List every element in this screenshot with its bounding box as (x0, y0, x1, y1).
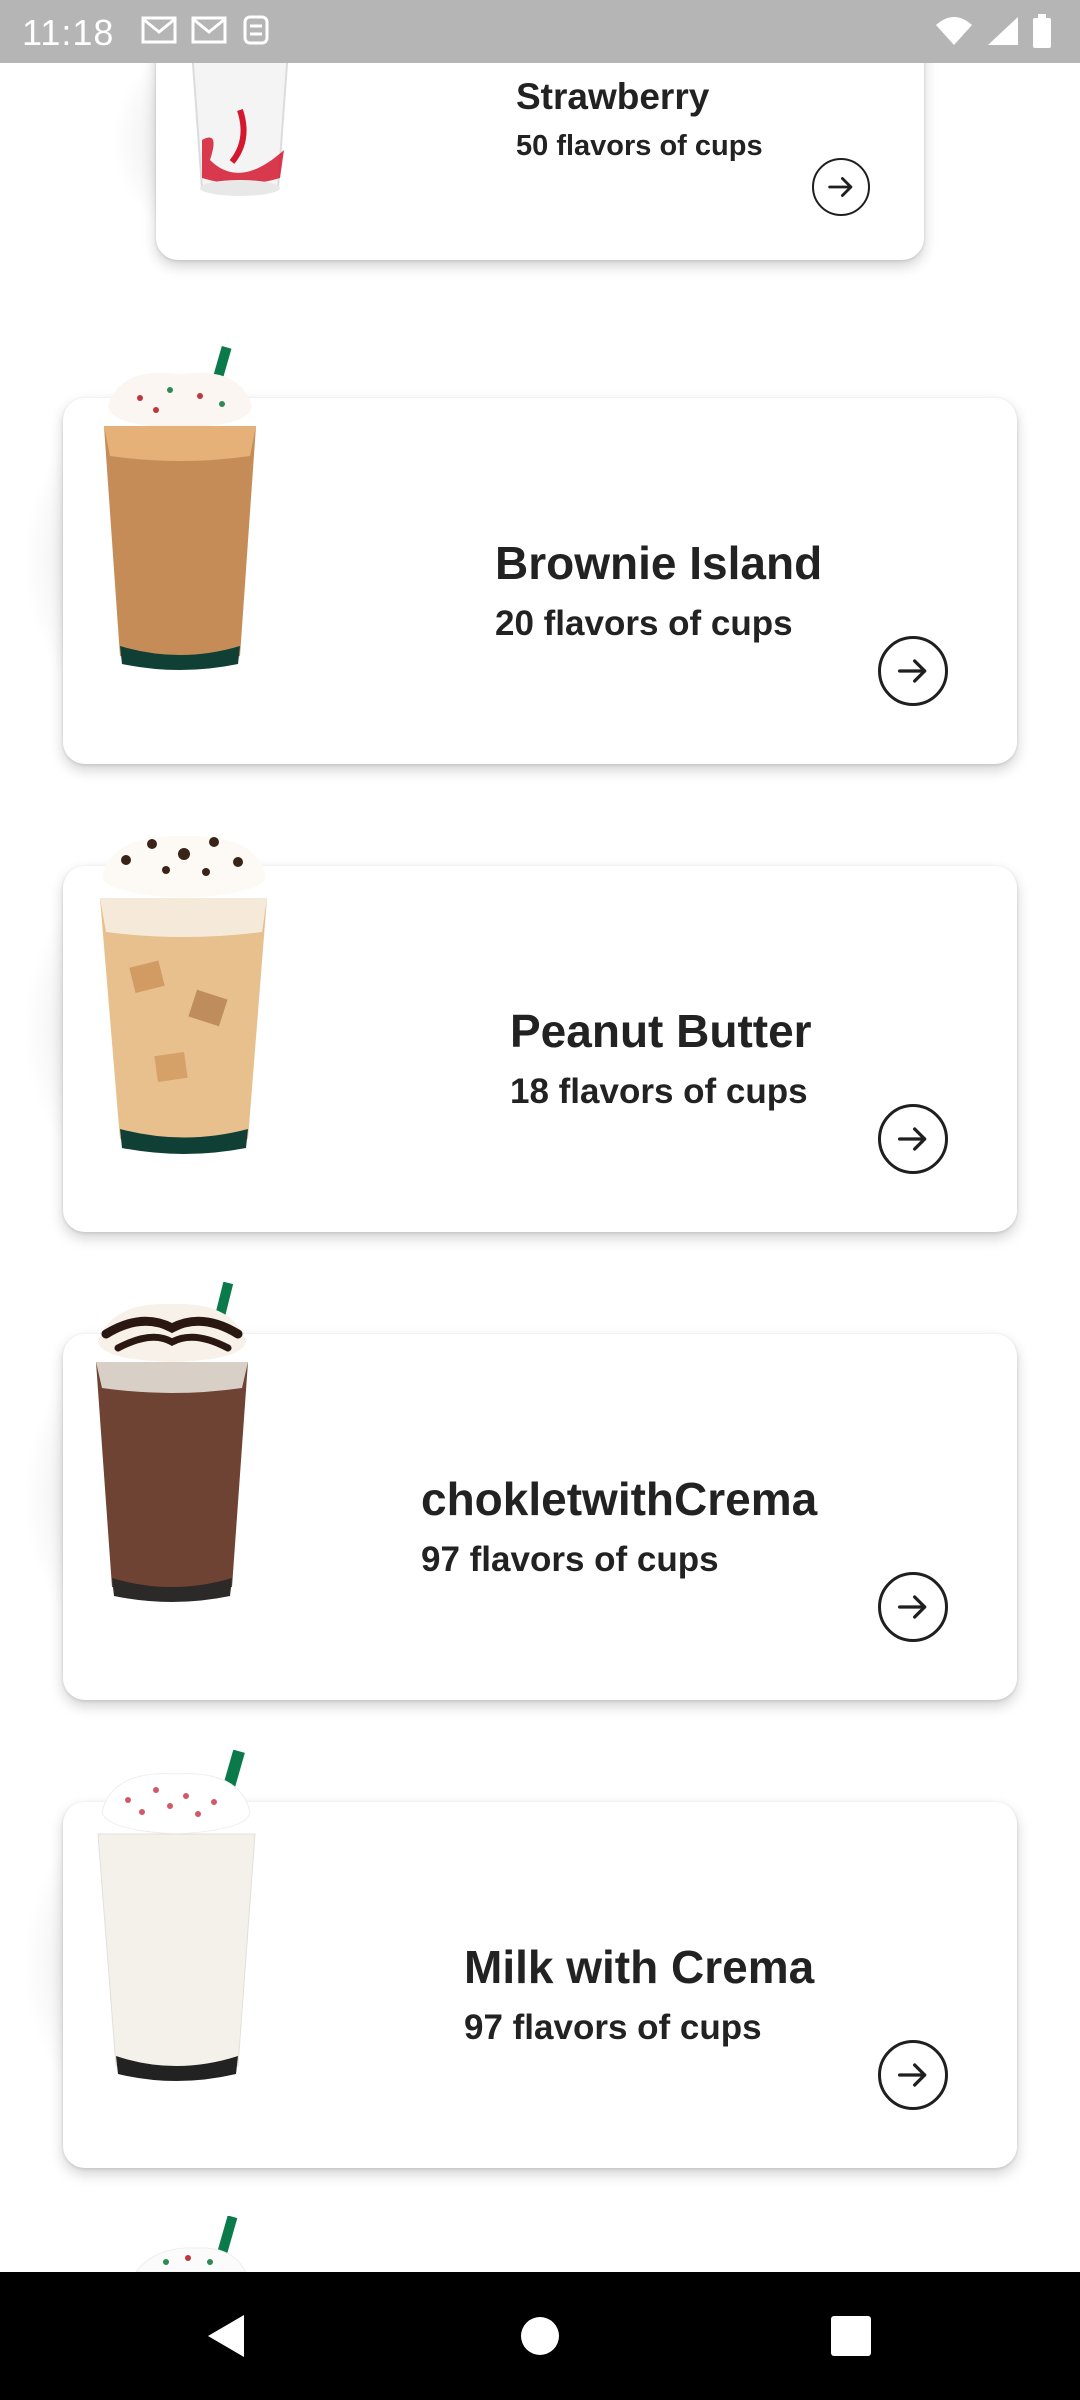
product-title: Milk with Crema (464, 1941, 815, 1993)
battery-icon (1033, 14, 1051, 48)
back-button[interactable] (156, 2272, 296, 2400)
back-icon (208, 2315, 244, 2357)
wifi-icon (936, 17, 972, 45)
gmail-icon (191, 16, 227, 44)
arrow-right-icon (898, 1127, 927, 1151)
navigation-bar (0, 2272, 1080, 2400)
status-bar: 11:18 (0, 0, 1080, 63)
product-subtitle: 18 flavors of cups (510, 1072, 808, 1111)
product-card-partial[interactable] (0, 2212, 1080, 2272)
product-card[interactable]: chokletwithCrema 97 flavors of cups (0, 1276, 1080, 1726)
open-product-button[interactable] (878, 636, 948, 706)
open-product-button[interactable] (878, 2040, 948, 2110)
home-button[interactable] (470, 2272, 610, 2400)
iced-latte-drink-image (100, 835, 267, 1154)
notification-icons (140, 14, 272, 46)
product-title: Brownie Island (495, 537, 823, 589)
open-product-button[interactable] (878, 1572, 948, 1642)
strawberry-drink-image (190, 50, 290, 196)
product-subtitle: 50 flavors of cups (516, 130, 763, 162)
home-icon (521, 2317, 559, 2355)
arrow-right-icon (898, 659, 927, 683)
system-icons (934, 14, 1052, 48)
product-subtitle: 97 flavors of cups (421, 1540, 719, 1579)
product-list[interactable]: Strawberry 50 flavors of cups Brownie Is… (0, 0, 1080, 2272)
app-screen: Strawberry 50 flavors of cups Brownie Is… (0, 0, 1080, 2400)
vanilla-drink-image (97, 1750, 256, 2081)
arrow-right-icon (898, 1595, 927, 1619)
caramel-drink-image (104, 346, 256, 670)
sync-icon (243, 15, 269, 45)
arrow-right-icon (828, 177, 853, 197)
product-card[interactable]: Peanut Butter 18 flavors of cups (0, 808, 1080, 1258)
product-title: Peanut Butter (510, 1005, 812, 1057)
drink-image-partial (136, 2216, 246, 2272)
product-title: chokletwithCrema (421, 1473, 818, 1525)
recents-icon (831, 2316, 871, 2356)
product-card[interactable]: Brownie Island 20 flavors of cups (0, 340, 1080, 790)
product-subtitle: 97 flavors of cups (464, 2008, 762, 2047)
mocha-drink-image (96, 1282, 248, 1602)
status-time: 11:18 (22, 12, 115, 53)
gmail-icon (141, 16, 177, 44)
open-product-button[interactable] (812, 158, 870, 216)
product-title: Strawberry (516, 76, 710, 117)
recents-button[interactable] (781, 2272, 921, 2400)
product-card[interactable]: Milk with Crema 97 flavors of cups (0, 1744, 1080, 2194)
open-product-button[interactable] (878, 1104, 948, 1174)
arrow-right-icon (898, 2063, 927, 2087)
product-subtitle: 20 flavors of cups (495, 604, 793, 643)
signal-icon (988, 17, 1018, 45)
